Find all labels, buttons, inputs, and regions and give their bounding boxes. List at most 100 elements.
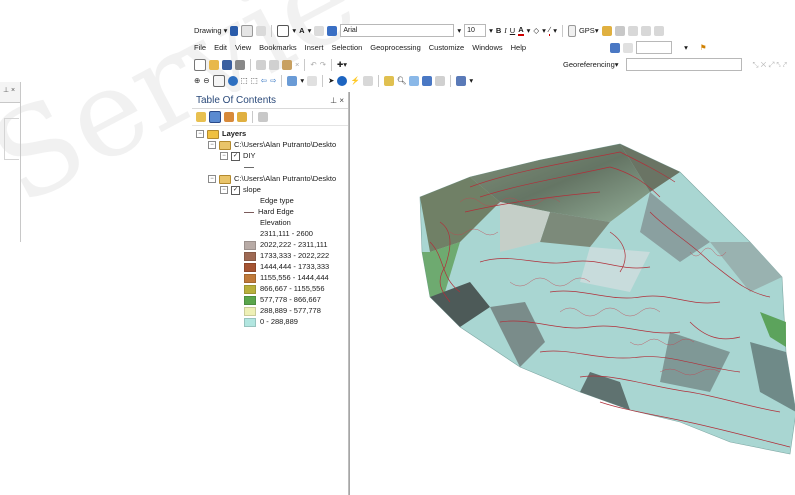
chevron-down-icon[interactable]: ▾ [527, 26, 531, 35]
create-viewer-icon[interactable] [456, 75, 467, 86]
font-size-select[interactable]: 10 [464, 24, 487, 37]
legend-item[interactable]: 0 - 288,889 [244, 317, 298, 327]
chevron-down-icon[interactable]: ▾ [300, 76, 304, 85]
identify-icon[interactable] [337, 75, 348, 86]
menu-windows[interactable]: Windows [472, 43, 502, 52]
new-text-icon[interactable]: A [299, 26, 304, 35]
gps-log-icon[interactable] [614, 25, 625, 36]
fixed-zoom-in-icon[interactable]: ⬚ [241, 76, 248, 85]
select-elements-icon[interactable]: ➤ [328, 76, 334, 85]
pin-icon[interactable]: ⊥ [330, 96, 337, 105]
select-elements-icon[interactable] [230, 25, 239, 36]
collapse-icon[interactable]: − [220, 152, 228, 160]
layer-select2-icon[interactable] [623, 42, 634, 53]
undo-icon[interactable]: ↶ [310, 60, 316, 69]
gps-tool2-icon[interactable] [640, 25, 651, 36]
zoom-out-icon[interactable]: ⊖ [203, 76, 209, 85]
menu-bookmarks[interactable]: Bookmarks [259, 43, 297, 52]
gps-menu-button[interactable]: GPS▾ [579, 26, 599, 35]
flag-icon[interactable]: ⚑ [700, 43, 707, 52]
collapse-icon[interactable]: − [208, 175, 216, 183]
chevron-down-icon[interactable]: ▾ [542, 26, 546, 35]
chevron-down-icon[interactable]: ▾ [489, 26, 493, 35]
group1-row[interactable]: − C:\Users\Alan Putranto\Deskto [208, 140, 336, 150]
list-by-source-icon[interactable] [209, 111, 221, 123]
edit-vertices-icon[interactable] [314, 25, 325, 36]
align-icon[interactable] [256, 25, 267, 36]
list-by-visibility-icon[interactable] [224, 112, 234, 122]
layer-dropdown[interactable] [636, 41, 673, 54]
legend-item[interactable]: 866,667 - 1155,556 [244, 284, 325, 294]
menu-customize[interactable]: Customize [429, 43, 464, 52]
drawing-menu-button[interactable]: Drawing ▾ [194, 26, 227, 35]
list-by-selection-icon[interactable] [237, 112, 247, 122]
toolbar-handle-icon[interactable] [567, 24, 576, 37]
legend-item[interactable]: 1733,333 - 2022,222 [244, 251, 329, 261]
legend-item[interactable]: 2311,111 - 2600 [244, 229, 313, 239]
zoom-in-icon[interactable]: ⊕ [194, 76, 200, 85]
collapse-icon[interactable]: − [196, 130, 204, 138]
font-icon[interactable] [327, 25, 338, 36]
georeferencing-menu-button[interactable]: Georeferencing▾ [563, 60, 618, 69]
gps-tool3-icon[interactable] [653, 25, 664, 36]
menu-edit[interactable]: Edit [214, 43, 227, 52]
full-extent-icon[interactable] [227, 75, 238, 86]
add-data-icon[interactable]: ✚▾ [337, 60, 347, 69]
delete-icon[interactable]: × [295, 60, 299, 69]
new-document-icon[interactable] [194, 58, 206, 71]
collapse-icon[interactable]: − [208, 141, 216, 149]
map-view[interactable] [349, 92, 795, 495]
html-popup-icon[interactable] [362, 75, 373, 86]
legend-item[interactable]: 1155,556 - 1444,444 [244, 273, 329, 283]
go-to-xy-icon[interactable] [422, 75, 433, 86]
open-folder-icon[interactable] [209, 59, 219, 70]
pin-icon[interactable]: ⊥ × [3, 86, 15, 94]
fixed-zoom-out-icon[interactable]: ⬚ [251, 76, 258, 85]
georeferencing-layer-select[interactable] [625, 58, 742, 71]
menu-help[interactable]: Help [511, 43, 526, 52]
chevron-down-icon[interactable]: ▾ [469, 76, 473, 85]
chevron-down-icon[interactable]: ▾ [308, 26, 312, 35]
italic-button[interactable]: I [504, 26, 507, 35]
chevron-down-icon[interactable]: ▾ [457, 26, 461, 35]
tin-surface-map[interactable] [350, 92, 795, 495]
layer-select-icon[interactable] [610, 42, 621, 53]
menu-selection[interactable]: Selection [331, 43, 362, 52]
layer-visibility-checkbox[interactable]: ✓ [231, 151, 240, 161]
fill-color-icon[interactable]: ◇ [533, 26, 539, 35]
gps-tool-icon[interactable] [627, 25, 638, 36]
font-name-select[interactable]: Arial [340, 24, 455, 37]
list-by-drawing-order-icon[interactable] [196, 112, 206, 122]
layers-root-row[interactable]: − Layers [196, 129, 246, 139]
legend-item[interactable]: 288,889 - 577,778 [244, 306, 321, 316]
find-icon[interactable]: 🔍︎ [397, 76, 407, 85]
georef-tools-icon[interactable]: ⤡ ✕ ⤢ ⤣ ⤤ [753, 60, 788, 70]
copy-icon[interactable] [269, 59, 279, 70]
legend-item[interactable]: 577,778 - 866,667 [244, 295, 321, 305]
legend-item[interactable]: 2022,222 - 2311,111 [244, 240, 328, 250]
measure-icon[interactable] [383, 75, 394, 86]
layer-diy-row[interactable]: − ✓ DIY [220, 151, 256, 161]
menu-insert[interactable]: Insert [305, 43, 324, 52]
underline-button[interactable]: U [510, 26, 515, 35]
editor-toolbar-icon[interactable] [592, 43, 602, 53]
time-slider-icon[interactable] [435, 75, 446, 86]
layer-visibility-checkbox[interactable]: ✓ [231, 185, 240, 195]
menu-geoprocessing[interactable]: Geoprocessing [370, 43, 420, 52]
find-route-icon[interactable] [409, 75, 420, 86]
redo-icon[interactable]: ↷ [320, 60, 326, 69]
rotate-icon[interactable] [241, 24, 254, 37]
gps-position-icon[interactable] [601, 25, 612, 36]
save-icon[interactable] [222, 59, 232, 70]
select-features-icon[interactable] [287, 75, 298, 86]
hard-edge-row[interactable]: Hard Edge [244, 207, 294, 217]
legend-item[interactable]: 1444,444 - 1733,333 [244, 262, 329, 272]
line-color-icon[interactable]: ∕ [548, 25, 551, 36]
print-icon[interactable] [235, 59, 245, 70]
collapse-icon[interactable]: − [220, 186, 228, 194]
chevron-down-icon[interactable]: ▾ [684, 43, 688, 52]
cut-icon[interactable] [256, 59, 266, 70]
layer-diy-symbol[interactable] [244, 162, 258, 172]
group2-row[interactable]: − C:\Users\Alan Putranto\Deskto [208, 174, 336, 184]
pan-icon[interactable] [212, 74, 225, 87]
